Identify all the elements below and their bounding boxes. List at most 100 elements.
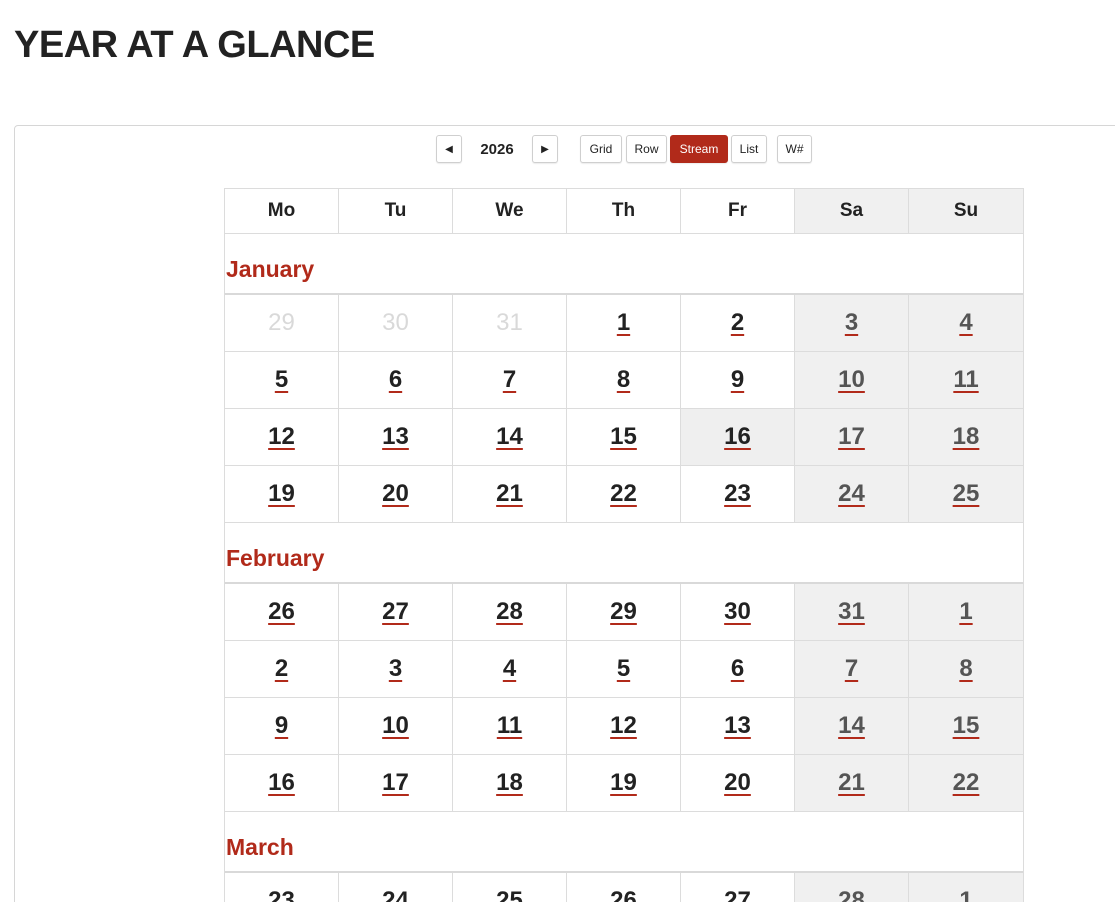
day-cell[interactable]: 18: [453, 755, 567, 812]
day-cell[interactable]: 19: [567, 755, 681, 812]
day-cell[interactable]: 16: [225, 755, 339, 812]
prev-year-button[interactable]: ◀: [436, 135, 462, 163]
day-link[interactable]: 26: [268, 598, 295, 626]
day-link[interactable]: 7: [503, 366, 516, 394]
day-link[interactable]: 28: [496, 598, 523, 626]
day-link[interactable]: 10: [838, 366, 865, 394]
day-link[interactable]: 5: [617, 655, 630, 683]
day-cell[interactable]: 2: [225, 641, 339, 698]
day-cell[interactable]: 29: [225, 295, 339, 352]
day-link[interactable]: 23: [268, 887, 295, 902]
day-link[interactable]: 18: [496, 769, 523, 797]
day-link[interactable]: 2: [275, 655, 288, 683]
day-link[interactable]: 12: [610, 712, 637, 740]
day-link[interactable]: 12: [268, 423, 295, 451]
day-cell[interactable]: 12: [567, 698, 681, 755]
day-cell[interactable]: 20: [681, 755, 795, 812]
day-link[interactable]: 27: [724, 887, 751, 902]
day-cell[interactable]: 4: [453, 641, 567, 698]
day-link[interactable]: 15: [610, 423, 637, 451]
day-cell[interactable]: 29: [567, 584, 681, 641]
day-cell[interactable]: 26: [567, 873, 681, 902]
day-cell[interactable]: 8: [909, 641, 1023, 698]
day-link[interactable]: 8: [959, 655, 972, 683]
day-link[interactable]: 24: [382, 887, 409, 902]
day-link[interactable]: 16: [268, 769, 295, 797]
day-link[interactable]: 1: [959, 598, 972, 626]
day-cell[interactable]: 12: [225, 409, 339, 466]
day-cell[interactable]: 11: [453, 698, 567, 755]
day-link[interactable]: 21: [496, 480, 523, 508]
day-link[interactable]: 22: [610, 480, 637, 508]
day-link[interactable]: 4: [503, 655, 516, 683]
day-cell[interactable]: 20: [339, 466, 453, 523]
day-link[interactable]: 11: [497, 712, 522, 740]
day-cell[interactable]: 11: [909, 352, 1023, 409]
day-link[interactable]: 24: [838, 480, 865, 508]
day-link[interactable]: 3: [389, 655, 402, 683]
next-year-button[interactable]: ▶: [532, 135, 558, 163]
day-link[interactable]: 20: [724, 769, 751, 797]
day-link[interactable]: 17: [838, 423, 865, 451]
day-link[interactable]: 9: [275, 712, 288, 740]
day-link[interactable]: 7: [845, 655, 858, 683]
day-link[interactable]: 4: [959, 309, 972, 337]
day-link[interactable]: 18: [953, 423, 980, 451]
day-cell[interactable]: 24: [339, 873, 453, 902]
day-link[interactable]: 19: [610, 769, 637, 797]
day-cell[interactable]: 14: [453, 409, 567, 466]
day-link[interactable]: 3: [845, 309, 858, 337]
day-link[interactable]: 9: [731, 366, 744, 394]
day-cell[interactable]: 3: [339, 641, 453, 698]
day-cell[interactable]: 27: [681, 873, 795, 902]
day-cell[interactable]: 13: [681, 698, 795, 755]
day-cell[interactable]: 21: [453, 466, 567, 523]
day-cell[interactable]: 8: [567, 352, 681, 409]
day-cell[interactable]: 19: [225, 466, 339, 523]
day-cell[interactable]: 31: [453, 295, 567, 352]
day-cell[interactable]: 28: [795, 873, 909, 902]
day-cell[interactable]: 1: [909, 584, 1023, 641]
day-cell[interactable]: 9: [225, 698, 339, 755]
day-link[interactable]: 13: [724, 712, 751, 740]
day-cell[interactable]: 15: [567, 409, 681, 466]
day-cell[interactable]: 17: [339, 755, 453, 812]
day-cell[interactable]: 15: [909, 698, 1023, 755]
day-cell[interactable]: 30: [339, 295, 453, 352]
day-link[interactable]: 27: [382, 598, 409, 626]
day-cell[interactable]: 7: [453, 352, 567, 409]
day-link[interactable]: 1: [617, 309, 630, 337]
view-list-button[interactable]: List: [731, 135, 767, 163]
day-cell[interactable]: 1: [909, 873, 1023, 902]
day-link[interactable]: 14: [838, 712, 865, 740]
day-cell[interactable]: 10: [339, 698, 453, 755]
day-cell[interactable]: 23: [225, 873, 339, 902]
day-cell[interactable]: 18: [909, 409, 1023, 466]
day-link[interactable]: 15: [953, 712, 980, 740]
day-cell[interactable]: 4: [909, 295, 1023, 352]
day-cell[interactable]: 22: [909, 755, 1023, 812]
day-cell[interactable]: 3: [795, 295, 909, 352]
day-cell[interactable]: 17: [795, 409, 909, 466]
view-row-button[interactable]: Row: [626, 135, 667, 163]
day-cell[interactable]: 23: [681, 466, 795, 523]
day-link[interactable]: 6: [389, 366, 402, 394]
day-link[interactable]: 10: [382, 712, 409, 740]
day-link[interactable]: 17: [382, 769, 409, 797]
day-cell[interactable]: 9: [681, 352, 795, 409]
day-cell[interactable]: 14: [795, 698, 909, 755]
day-cell[interactable]: 6: [339, 352, 453, 409]
day-cell[interactable]: 30: [681, 584, 795, 641]
day-cell[interactable]: 28: [453, 584, 567, 641]
day-link[interactable]: 29: [610, 598, 637, 626]
view-stream-button[interactable]: Stream: [670, 135, 728, 163]
day-link[interactable]: 25: [496, 887, 523, 902]
day-link[interactable]: 13: [382, 423, 409, 451]
day-cell[interactable]: 22: [567, 466, 681, 523]
day-cell[interactable]: 24: [795, 466, 909, 523]
day-link[interactable]: 11: [953, 366, 978, 394]
day-link[interactable]: 19: [268, 480, 295, 508]
day-link[interactable]: 20: [382, 480, 409, 508]
view-grid-button[interactable]: Grid: [580, 135, 622, 163]
day-cell[interactable]: 27: [339, 584, 453, 641]
